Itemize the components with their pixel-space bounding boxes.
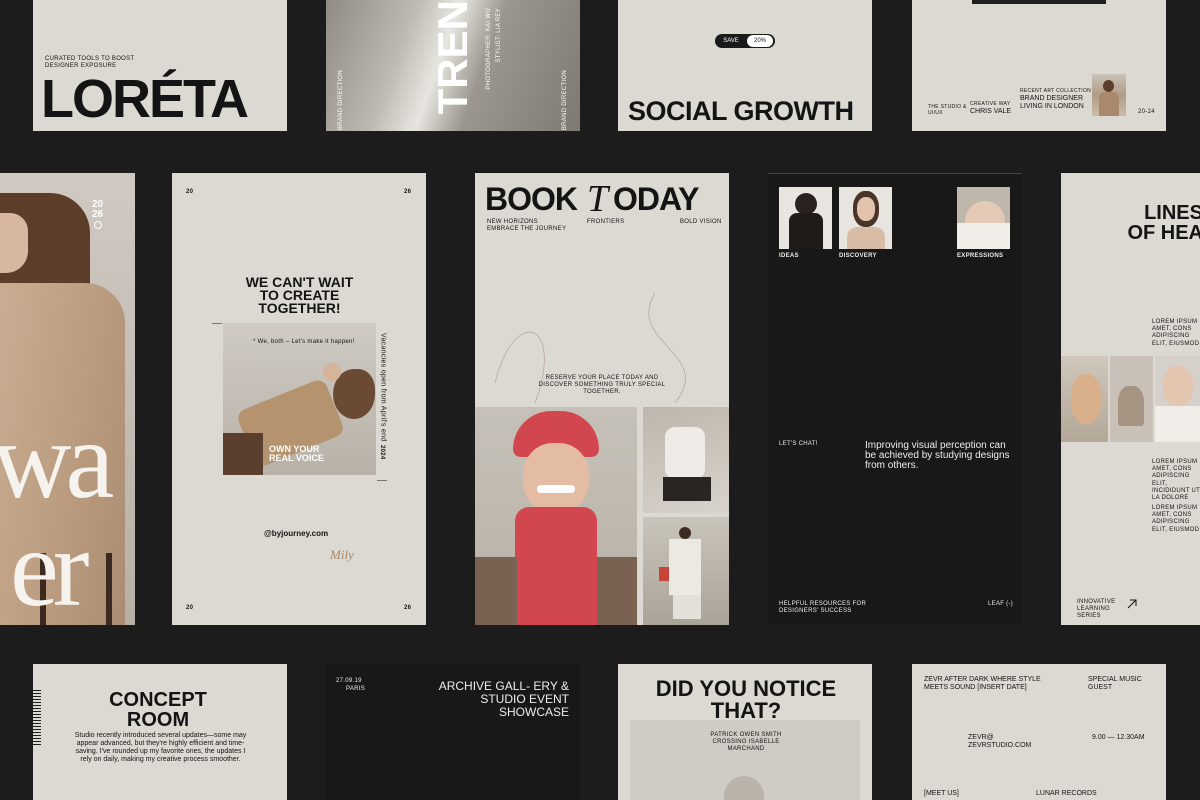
save-label: SAVE xyxy=(723,38,739,44)
wa-circle-icon xyxy=(94,221,102,229)
lines-footer: INNOVATIVE LEARNING SERIES xyxy=(1077,599,1116,620)
zevr-meet-us[interactable]: [MEET US] xyxy=(924,790,959,798)
crop-mark-br xyxy=(377,480,387,481)
zevr-headline: ZEVR AFTER DARK WHERE STYLE MEETS SOUND … xyxy=(924,676,1041,692)
ideas-label: IDEAS xyxy=(779,253,799,259)
zevr-time: 9.00 — 12.30AM xyxy=(1092,734,1145,741)
card-brand-designer: THE STUDIO & UI/UX CREATIVE WAY CHRIS VA… xyxy=(912,0,1166,131)
side-year: 2024 xyxy=(379,445,386,460)
card-concept-room: CONCEPT ROOM Studio recently introduced … xyxy=(33,664,287,800)
crop-mark-tl xyxy=(212,323,222,324)
lines-photo-2 xyxy=(1110,356,1153,442)
concept-title: CONCEPT ROOM xyxy=(109,689,207,731)
brand-years: 20-24 xyxy=(1138,109,1155,115)
handle-text[interactable]: @byjourney.com xyxy=(264,529,328,538)
archive-date: 27.09.19 xyxy=(336,678,362,684)
ideas-photo-3 xyxy=(957,187,1010,249)
concept-body: Studio recently introduced several updat… xyxy=(74,732,247,763)
barcode-decoration xyxy=(33,690,41,746)
book-col-2: FRONTIERS xyxy=(587,219,625,225)
trend-credit-photographer: PHOTOGRAPHER: KAI WU xyxy=(486,8,492,90)
save-value: 20% xyxy=(747,35,773,47)
lines-photo-1 xyxy=(1061,356,1108,442)
zevr-special-guest: SPECIAL MUSIC GUEST xyxy=(1088,676,1142,692)
cant-wait-photo: * We, both – Let's make it happen! OWN Y… xyxy=(223,323,376,475)
trend-title: TREN xyxy=(429,0,476,115)
archive-title: ARCHIVE GALL- ERY & STUDIO EVENT SHOWCAS… xyxy=(438,679,569,719)
corner-number-bl: 20 xyxy=(186,605,194,611)
wa-big-word-2: er xyxy=(10,507,90,625)
lorem-block-3: LOREM IPSUM AMET, CONS ADIPISCING ELIT, … xyxy=(1152,505,1200,533)
signature: Mily xyxy=(330,547,354,562)
wa-year-bottom: 26 xyxy=(92,209,104,220)
creative-name: CHRIS VALE xyxy=(970,108,1012,115)
trend-credit-stylist: STYLIST: LIA REY xyxy=(496,8,502,63)
top-bar-decoration xyxy=(972,0,1106,4)
ideas-top-rule xyxy=(768,173,1022,174)
zevr-records: LUNAR RECORDS xyxy=(1036,790,1097,797)
studio-label: THE STUDIO & UI/UX xyxy=(928,104,967,116)
archive-city: PARIS xyxy=(346,686,366,692)
corner-number-br: 26 xyxy=(404,605,412,611)
notice-names: PATRICK OWEN SMITH CROSSING ISABELLE MAR… xyxy=(710,732,782,753)
vacancies-side-text: Vacancies open from April's end xyxy=(379,333,387,442)
ideas-footer-left: HELPFUL RESOURCES FOR DESIGNERS' SUCCESS xyxy=(779,601,867,615)
card-wa-fashion: 20 26 wa er xyxy=(0,173,135,625)
book-col-3: BOLD VISION xyxy=(680,219,722,225)
card-archive: 27.09.19 PARIS ARCHIVE GALL- ERY & STUDI… xyxy=(326,664,580,800)
card-trend: TREN PHOTOGRAPHER: KAI WU STYLIST: LIA R… xyxy=(326,0,580,131)
collection-label: RECENT ART COLLECTION xyxy=(1020,88,1092,94)
photo-caption: OWN YOUR REAL VOICE xyxy=(269,444,324,463)
cant-wait-subtitle: * We, both – Let's make it happen! xyxy=(253,339,355,345)
corner-number-tr: 26 xyxy=(404,189,412,195)
card-lines-of-heart: LINES OF HEA LOREM IPSUM AMET, CONS ADIP… xyxy=(1061,173,1200,625)
arrow-up-right-icon[interactable] xyxy=(1127,599,1137,609)
lines-photo-3 xyxy=(1155,356,1200,442)
social-title: SOCIAL GROWTH xyxy=(628,96,854,126)
ideas-photo-2 xyxy=(839,187,892,249)
book-title-b: ODAY xyxy=(613,181,700,217)
book-title-a: BOOK xyxy=(485,181,578,217)
ideas-quote: Improving visual perception can be achie… xyxy=(865,440,1010,471)
save-toggle[interactable]: SAVE 20% xyxy=(715,34,775,48)
discovery-label: DISCOVERY xyxy=(839,253,877,259)
creative-way-label: CREATIVE WAY xyxy=(970,101,1011,107)
card-social-growth: SAVE 20% SOCIAL GROWTH xyxy=(618,0,872,131)
portrait-thumbnail xyxy=(1092,74,1126,116)
card-cant-wait: 20 26 WE CAN'T WAIT TO CREATE TOGETHER! … xyxy=(172,173,426,625)
zevr-contact[interactable]: ZEVR@ ZEVRSTUDIO.COM xyxy=(968,734,1058,750)
lorem-block-2: LOREM IPSUM AMET, CONS ADIPISCING ELIT, … xyxy=(1152,459,1200,501)
lets-chat-link[interactable]: LET'S CHAT! xyxy=(779,441,818,448)
lines-title: LINES OF HEA xyxy=(1127,202,1200,244)
loreta-title: LORÉTA xyxy=(41,69,249,129)
ideas-photo-1 xyxy=(779,187,832,249)
book-body: RESERVE YOUR PLACE TODAY AND DISCOVER SO… xyxy=(538,375,666,396)
trend-side-right: BRAND DIRECTION xyxy=(562,70,568,131)
card-did-you-notice: DID YOU NOTICE THAT? PATRICK OWEN SMITH … xyxy=(618,664,872,800)
cant-wait-headline: WE CAN'T WAIT TO CREATE TOGETHER! xyxy=(245,274,354,316)
lorem-block-1: LOREM IPSUM AMET, CONS ADIPISCING ELIT, … xyxy=(1152,319,1200,347)
card-zevr: ZEVR AFTER DARK WHERE STYLE MEETS SOUND … xyxy=(912,664,1166,800)
ideas-footer-right: LEAF (-) xyxy=(988,601,1014,607)
expressions-label: EXPRESSIONS xyxy=(957,253,1004,259)
card-book-today: BOOK T ODAY NEW HORIZONS EMBRACE THE JOU… xyxy=(475,173,729,625)
brand-headline: BRAND DESIGNER LIVING IN LONDON xyxy=(1020,95,1084,111)
book-photo-bottom-right xyxy=(643,517,729,625)
book-title-t: T xyxy=(587,178,609,220)
wa-big-word: wa xyxy=(0,399,114,521)
book-col-1: NEW HORIZONS EMBRACE THE JOURNEY xyxy=(487,219,567,233)
smiling-woman-photo xyxy=(475,407,637,625)
card-loreta: CURATED TOOLS TO BOOST DESIGNER EXPOSURE… xyxy=(33,0,287,131)
card-ideas: IDEAS DISCOVERY EXPRESSIONS LET'S CHAT! … xyxy=(768,173,1022,625)
corner-number-tl: 20 xyxy=(186,189,194,195)
trend-side-left: BRAND DIRECTION xyxy=(338,70,344,131)
notice-title: DID YOU NOTICE THAT? xyxy=(655,676,837,723)
book-photo-top-right xyxy=(643,407,729,513)
